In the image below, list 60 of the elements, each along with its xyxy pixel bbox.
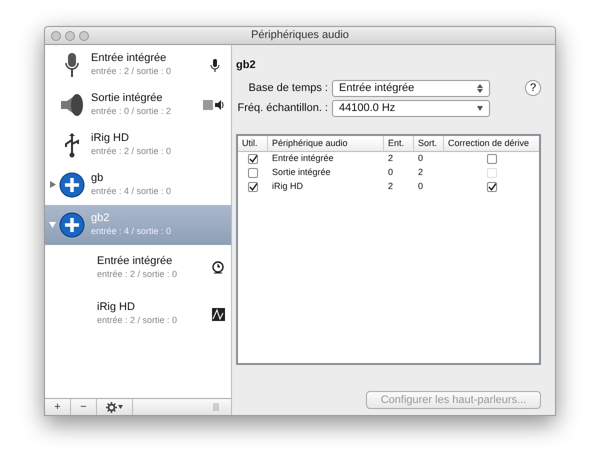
- checkbox[interactable]: [486, 182, 496, 192]
- clock-source-label: Base de temps :: [248, 80, 329, 96]
- device-list-item[interactable]: iRig HD entrée : 2 / sortie : 0: [45, 125, 231, 165]
- device-name: iRig HD: [97, 301, 136, 314]
- device-name: Entrée intégrée: [91, 52, 168, 65]
- device-channels: entrée : 0 / sortie : 2: [91, 105, 172, 118]
- caret-icon: [118, 405, 123, 409]
- device-channels: entrée : 2 / sortie : 0: [97, 268, 178, 281]
- device-name: Sortie intégrée: [91, 92, 164, 105]
- remove-button[interactable]: −: [71, 399, 97, 415]
- device-channels: entrée : 4 / sortie : 0: [91, 225, 172, 238]
- column-header[interactable]: Util.: [238, 136, 268, 152]
- table-cell-text: 2: [417, 166, 424, 180]
- device-channels: entrée : 2 / sortie : 0: [97, 314, 178, 327]
- table-cell-text: 0: [417, 152, 424, 166]
- column-header[interactable]: Périphérique audio: [268, 136, 384, 152]
- waveform-icon: [212, 308, 225, 320]
- add-button[interactable]: +: [45, 399, 71, 415]
- device-name: iRig HD: [91, 132, 130, 145]
- checkbox[interactable]: [248, 154, 258, 164]
- table-cell-text: Sortie intégrée: [271, 166, 332, 180]
- resize-grip-icon[interactable]: [213, 403, 219, 411]
- device-channels: entrée : 4 / sortie : 0: [91, 185, 172, 198]
- column-header[interactable]: Ent.: [384, 136, 414, 152]
- sample-rate-label: Fréq. échantillon. :: [236, 100, 329, 116]
- speaker-icon: [59, 92, 85, 118]
- device-list-item[interactable]: Sortie intégrée entrée : 0 / sortie : 2: [45, 85, 231, 125]
- device-channels: entrée : 2 / sortie : 0: [91, 65, 172, 78]
- help-button[interactable]: ?: [525, 80, 541, 96]
- column-header[interactable]: Sort.: [414, 136, 444, 152]
- table-cell-text: 2: [387, 180, 394, 194]
- stepper-arrows-icon: [477, 84, 483, 92]
- plus-circle-icon: [59, 172, 85, 198]
- plus-circle-icon: [59, 212, 85, 238]
- device-name: gb: [91, 172, 104, 185]
- device-name: gb2: [91, 212, 110, 225]
- device-list-item[interactable]: Entrée intégrée entrée : 2 / sortie : 0: [45, 45, 231, 85]
- table-cell-text: 0: [417, 180, 424, 194]
- checkbox[interactable]: [248, 182, 258, 192]
- device-title: gb2: [236, 58, 257, 73]
- checkbox[interactable]: [248, 168, 258, 178]
- device-list-item[interactable]: Entrée intégrée entrée : 2 / sortie : 0: [45, 245, 231, 291]
- device-list-item[interactable]: gb entrée : 4 / sortie : 0: [45, 165, 231, 205]
- checkbox[interactable]: [486, 154, 496, 164]
- clock-icon: [211, 261, 225, 275]
- table-cell-text: iRig HD: [271, 180, 304, 194]
- device-name: Entrée intégrée: [97, 255, 174, 268]
- clock-source-popup[interactable]: Entrée intégrée: [332, 80, 490, 96]
- device-list-item[interactable]: iRig HD entrée : 2 / sortie : 0: [45, 291, 231, 337]
- table-cell-text: Entrée intégrée: [271, 152, 335, 166]
- device-channels: entrée : 2 / sortie : 0: [91, 145, 172, 158]
- table-cell-text: 0: [387, 166, 394, 180]
- table-cell-text: 2: [387, 152, 394, 166]
- disclosure-triangle-icon[interactable]: [49, 181, 56, 188]
- sample-rate-popup[interactable]: 44100.0 Hz: [332, 100, 490, 116]
- gear-icon: [106, 402, 117, 412]
- window-title: Périphériques audio: [251, 28, 349, 44]
- monitor-speaker-icon: [203, 98, 225, 112]
- caret-icon: [477, 106, 483, 110]
- disclosure-triangle-icon[interactable]: [49, 221, 56, 228]
